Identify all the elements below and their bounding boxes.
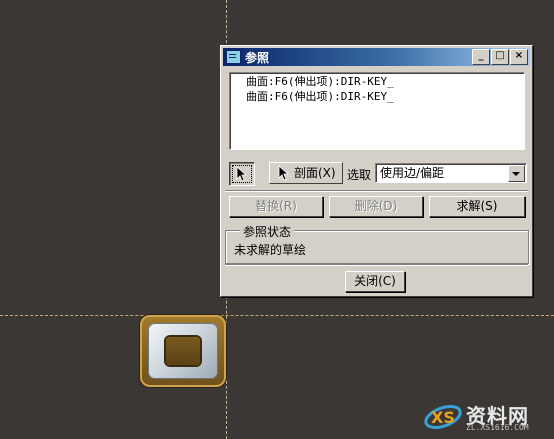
divider: [225, 264, 528, 266]
watermark-logo-icon: XS: [424, 405, 462, 429]
select-mode-dropdown[interactable]: 使用边/偏距: [375, 163, 527, 183]
horizontal-reference-line: [0, 315, 554, 316]
list-item[interactable]: 曲面:F6(伸出项):DIR-KEY_: [230, 88, 524, 103]
reference-status-title: 参照状态: [240, 223, 295, 240]
feature-symbol-frame: [148, 323, 218, 379]
feature-symbol-core: [166, 337, 200, 365]
delete-button[interactable]: 删除(D): [329, 196, 423, 217]
watermark-url: ZL.XS1616.COM: [466, 423, 529, 432]
replace-button[interactable]: 替换(R): [229, 196, 323, 217]
sketch-feature-symbol[interactable]: [140, 315, 226, 387]
minimize-button[interactable]: _: [472, 49, 490, 65]
cursor-arrow-icon: [278, 165, 290, 181]
watermark: XS 资料网 ZL.XS1616.COM: [422, 399, 548, 435]
dialog-title: 参照: [245, 50, 270, 65]
section-button[interactable]: 剖面(X): [269, 162, 343, 184]
dialog-titlebar[interactable]: 参照 _ □ ×: [223, 48, 530, 66]
reference-status-text: 未求解的草绘: [234, 243, 307, 257]
maximize-button[interactable]: □: [491, 49, 509, 65]
references-dialog: 参照 _ □ × 曲面:F6(伸出项):DIR-KEY_ 曲面:F6(伸出项):…: [220, 45, 533, 297]
select-mode-value: 使用边/偏距: [380, 166, 445, 180]
select-label: 选取: [347, 168, 372, 182]
dialog-app-icon: [226, 50, 241, 64]
solve-button[interactable]: 求解(S): [429, 196, 525, 217]
divider: [225, 190, 528, 192]
reference-status-group: 参照状态 未求解的草绘: [225, 223, 529, 264]
close-window-button[interactable]: ×: [510, 49, 528, 65]
svg-text:XS: XS: [431, 408, 455, 427]
close-button[interactable]: 关闭(C): [345, 271, 405, 292]
sketch-canvas[interactable]: 参照 _ □ × 曲面:F6(伸出项):DIR-KEY_ 曲面:F6(伸出项):…: [0, 0, 554, 439]
cursor-arrow-icon: [236, 166, 248, 182]
references-list[interactable]: 曲面:F6(伸出项):DIR-KEY_ 曲面:F6(伸出项):DIR-KEY_: [229, 72, 525, 150]
select-reference-button[interactable]: [229, 162, 255, 186]
section-button-label: 剖面(X): [294, 166, 336, 180]
chevron-down-icon[interactable]: [508, 165, 525, 182]
list-item[interactable]: 曲面:F6(伸出项):DIR-KEY_: [230, 73, 524, 88]
